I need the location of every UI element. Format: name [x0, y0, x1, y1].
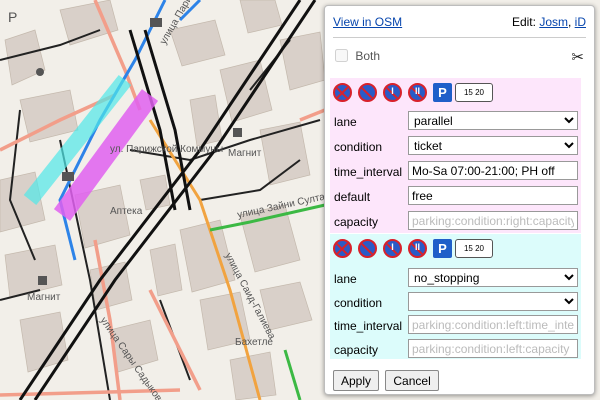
- no-standing-sign-icon[interactable]: I: [383, 83, 402, 102]
- left-capacity-row: capacity: [334, 339, 578, 361]
- apply-button[interactable]: Apply: [333, 370, 380, 391]
- left-capacity-input[interactable]: [408, 339, 578, 358]
- map-label-aptaka: Аптека: [110, 206, 143, 217]
- parking-map-label: P: [8, 9, 17, 25]
- no-parking-odd-sign-icon[interactable]: II: [408, 83, 427, 102]
- edit-links: Edit: Josm, iD: [512, 15, 586, 29]
- both-checkbox[interactable]: [335, 49, 348, 63]
- left-lane-select[interactable]: no_stopping: [408, 268, 578, 287]
- right-side-section: I II P 15 20 lane parallel condition tic…: [330, 78, 581, 233]
- right-capacity-label: capacity: [334, 215, 379, 229]
- map-label-ul-parizhskoy: ул. Парижской Коммуны: [110, 144, 223, 155]
- map-label-magnit-2: Магнит: [27, 292, 61, 303]
- museum-icon-2: [62, 172, 74, 181]
- right-time-interval-input[interactable]: [408, 161, 578, 180]
- right-default-row: default: [334, 186, 578, 208]
- cancel-button[interactable]: Cancel: [385, 370, 439, 391]
- right-time-interval-row: time_interval: [334, 161, 578, 183]
- both-label: Both: [355, 48, 381, 63]
- action-buttons: Apply Cancel: [333, 370, 442, 392]
- marker-icon: [36, 68, 44, 76]
- left-time-interval-label: time_interval: [334, 319, 403, 333]
- parking-sign-icon[interactable]: P: [433, 83, 452, 102]
- panel-header: View in OSM Edit: Josm, iD: [333, 15, 586, 33]
- parking-lane-editor-panel: View in OSM Edit: Josm, iD Both ✂ I II P…: [324, 5, 595, 395]
- left-condition-label: condition: [334, 296, 383, 310]
- left-lane-row: lane no_stopping: [334, 268, 578, 290]
- edit-label: Edit:: [511, 15, 536, 29]
- left-lane-label: lane: [334, 272, 357, 286]
- right-time-interval-label: time_interval: [334, 165, 403, 179]
- no-standing-sign-icon[interactable]: I: [383, 239, 402, 258]
- right-capacity-row: capacity: [334, 211, 578, 233]
- right-default-label: default: [334, 190, 371, 204]
- left-time-interval-input[interactable]: [408, 315, 578, 334]
- right-condition-select[interactable]: ticket: [408, 136, 578, 155]
- no-parking-odd-sign-icon[interactable]: II: [408, 239, 427, 258]
- no-parking-sign-icon[interactable]: [358, 83, 377, 102]
- right-condition-row: condition ticket: [334, 136, 578, 158]
- no-parking-sign-icon[interactable]: [358, 239, 377, 258]
- right-default-input[interactable]: [408, 186, 578, 205]
- left-capacity-label: capacity: [334, 343, 379, 357]
- id-link[interactable]: iD: [575, 15, 586, 29]
- parking-sign-icon[interactable]: P: [433, 239, 452, 258]
- shop-icon: [233, 128, 242, 137]
- left-time-interval-row: time_interval: [334, 315, 578, 337]
- scissors-icon[interactable]: ✂: [571, 48, 584, 66]
- right-lane-row: lane parallel: [334, 111, 578, 133]
- no-stopping-sign-icon[interactable]: [333, 239, 352, 258]
- comma-separator: ,: [567, 15, 575, 29]
- left-condition-row: condition: [334, 292, 578, 314]
- time-parking-sign-icon[interactable]: 15 20: [455, 239, 493, 258]
- right-capacity-input[interactable]: [408, 211, 578, 230]
- map-label-magnit-1: Магнит: [228, 148, 262, 159]
- left-side-section: I II P 15 20 lane no_stopping condition …: [330, 234, 581, 359]
- right-condition-label: condition: [334, 140, 383, 154]
- shop-icon-2: [38, 276, 47, 285]
- both-row: Both ✂: [335, 48, 584, 68]
- josm-link[interactable]: Josm: [539, 15, 568, 29]
- right-lane-select[interactable]: parallel: [408, 111, 578, 130]
- view-in-osm-link[interactable]: View in OSM: [333, 15, 402, 29]
- right-lane-label: lane: [334, 115, 357, 129]
- museum-icon: [150, 18, 162, 27]
- header-divider: [333, 37, 586, 38]
- left-condition-select[interactable]: [408, 292, 578, 311]
- no-stopping-sign-icon[interactable]: [333, 83, 352, 102]
- time-parking-sign-icon[interactable]: 15 20: [455, 83, 493, 102]
